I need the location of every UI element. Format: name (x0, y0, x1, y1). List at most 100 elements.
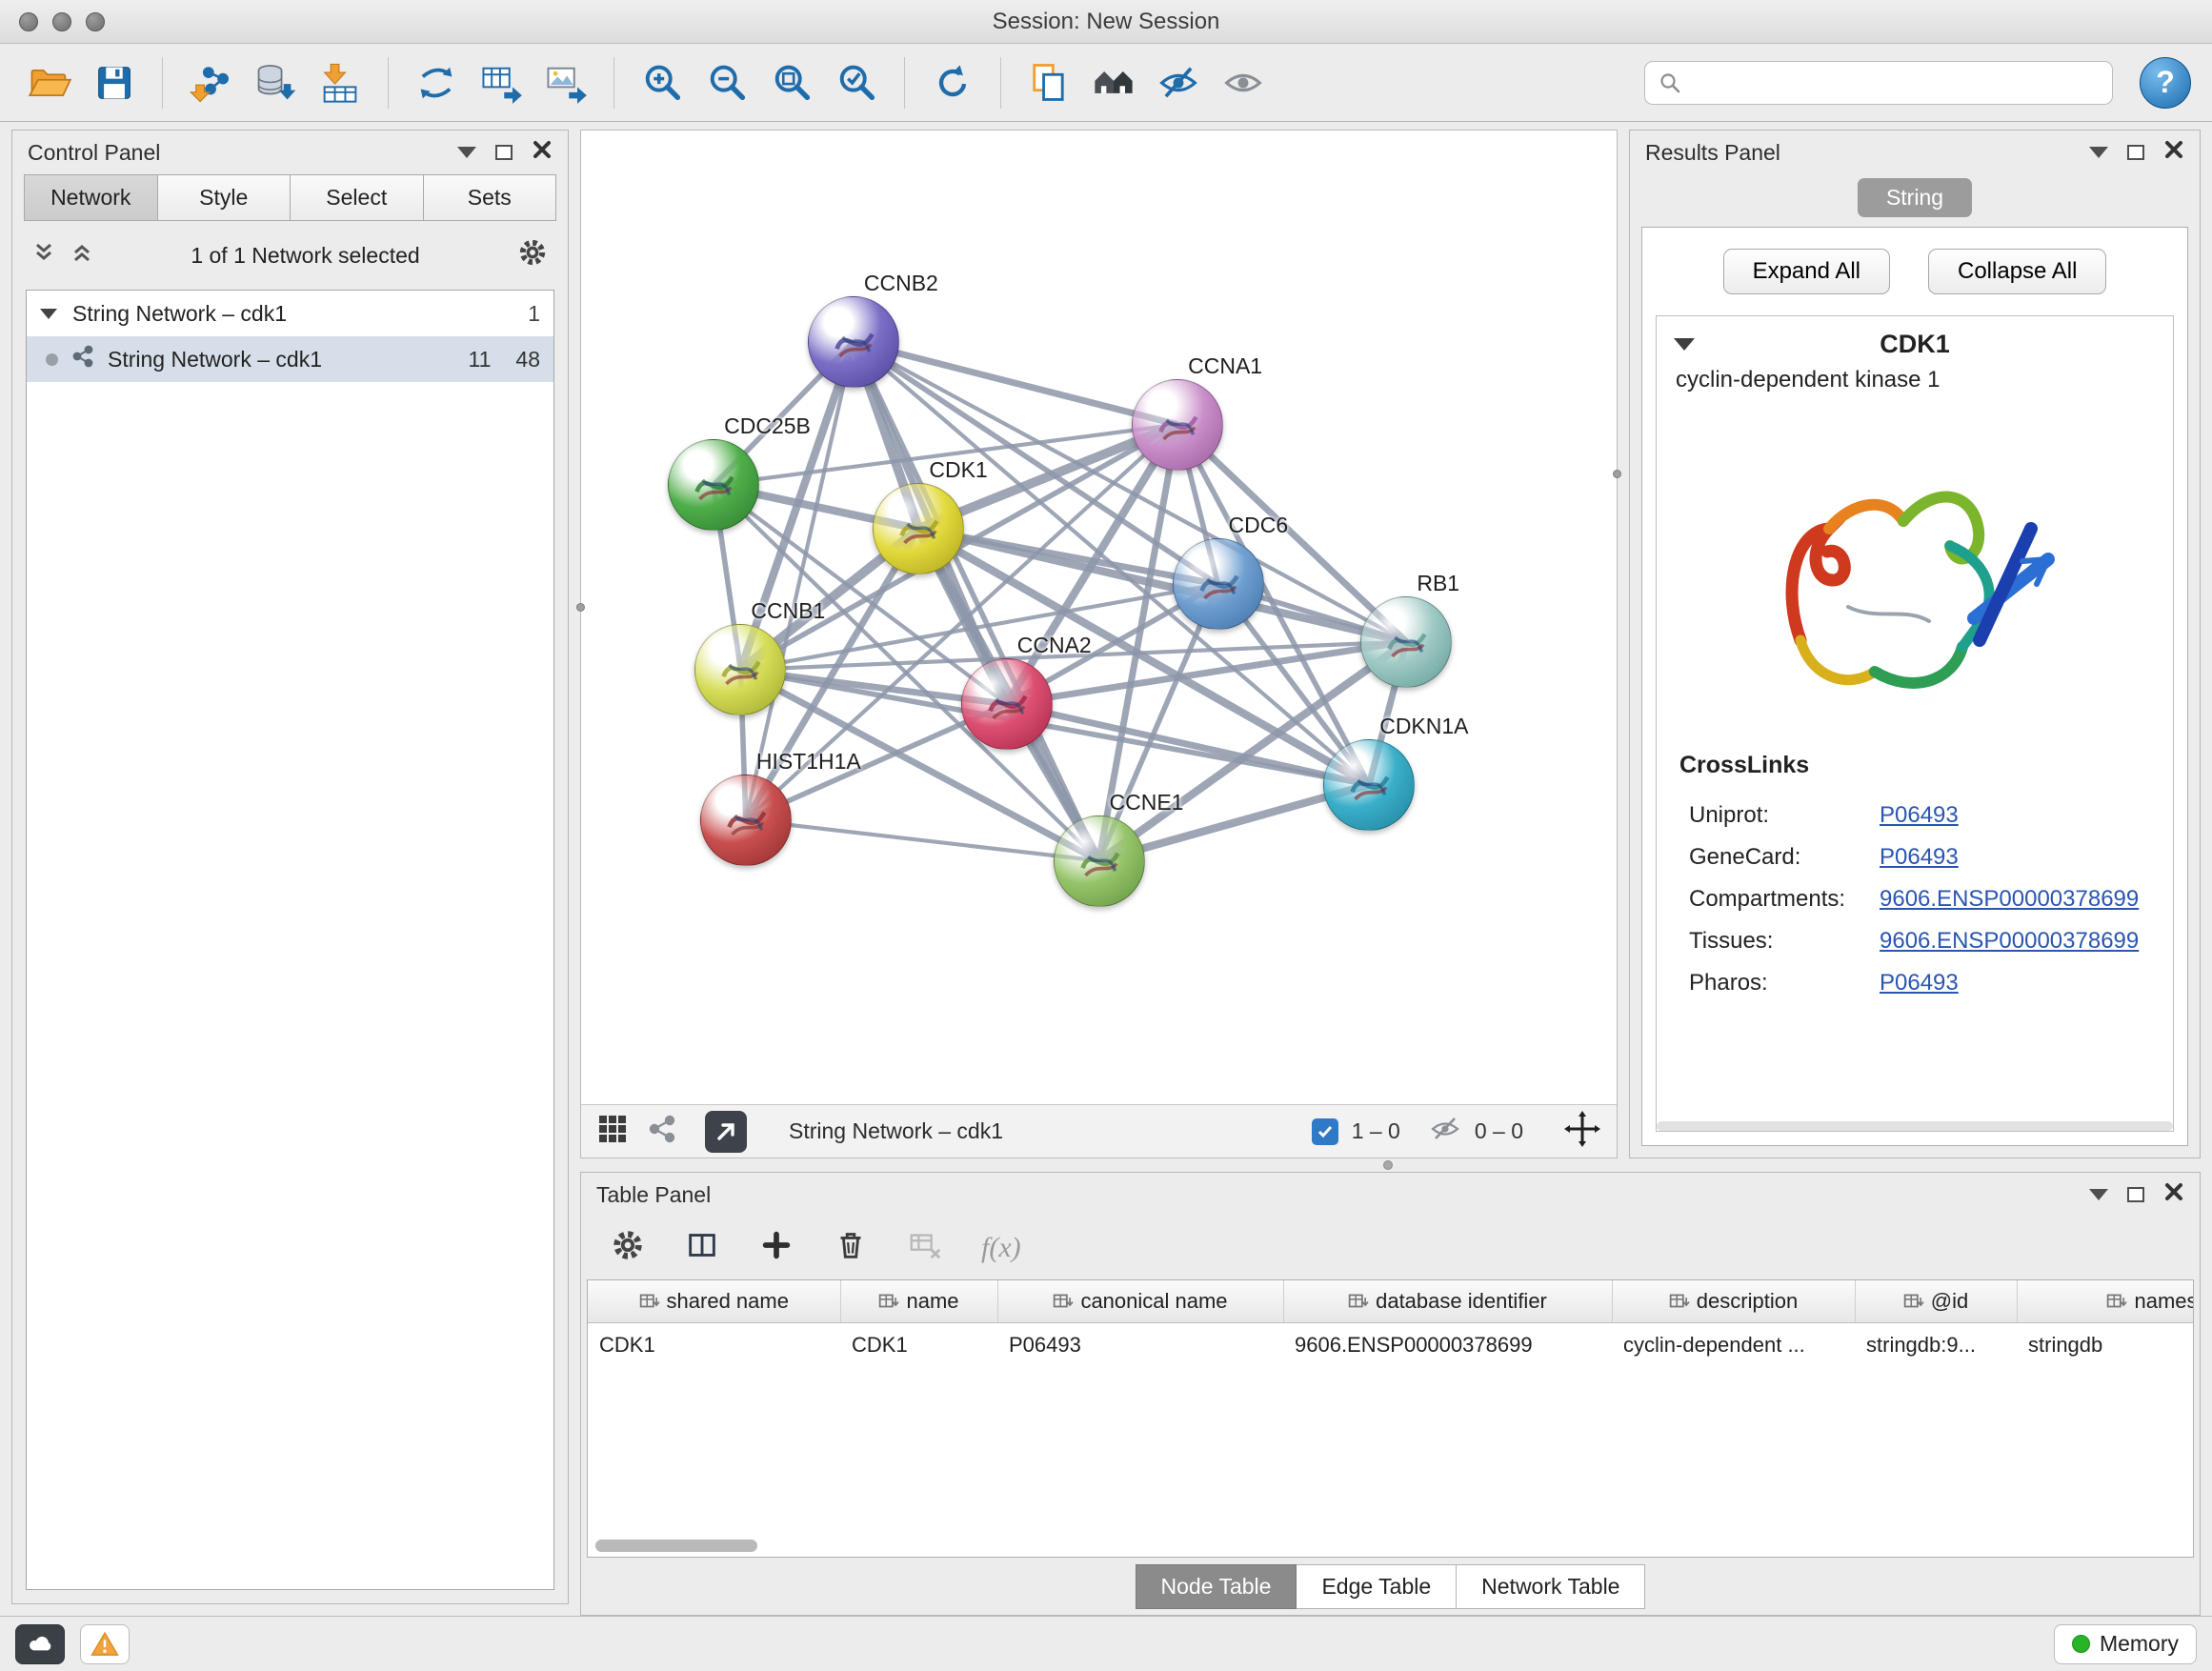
panel-menu-icon[interactable] (2089, 1189, 2108, 1200)
export-image-button[interactable] (537, 54, 594, 111)
zoom-selected-button[interactable] (828, 54, 885, 111)
network-node-ccna1[interactable]: CCNA1 (1132, 379, 1223, 471)
toolbar-search[interactable] (1644, 61, 2113, 105)
network-node-ccna2[interactable]: CCNA2 (961, 658, 1053, 750)
first-neighbors-button[interactable] (1085, 54, 1142, 111)
zoom-in-button[interactable] (633, 54, 691, 111)
tab-string[interactable]: String (1858, 178, 1972, 217)
open-session-button[interactable] (21, 54, 78, 111)
import-table-button[interactable] (312, 54, 369, 111)
show-columns-icon[interactable] (684, 1227, 720, 1269)
hide-selected-button[interactable] (1150, 54, 1207, 111)
grid-view-icon[interactable] (596, 1113, 629, 1151)
panel-menu-icon[interactable] (2089, 147, 2108, 158)
column-header-description[interactable]: description (1612, 1280, 1855, 1323)
network-share-icon[interactable] (646, 1113, 678, 1151)
crosslink-value-link[interactable]: P06493 (1880, 844, 1959, 871)
zoom-fit-button[interactable] (763, 54, 820, 111)
selected-checkbox-icon[interactable] (1312, 1118, 1338, 1145)
expand-all-button[interactable]: Expand All (1723, 249, 1890, 294)
horizontal-splitter[interactable] (574, 1158, 2201, 1172)
table-cell[interactable]: stringdb (2017, 1323, 2194, 1368)
save-session-button[interactable] (86, 54, 143, 111)
minimize-window-button[interactable] (52, 12, 71, 31)
delete-column-trash-icon[interactable] (833, 1227, 869, 1269)
column-header-shared-name[interactable]: shared name (588, 1280, 840, 1323)
table-settings-gear-icon[interactable] (610, 1227, 646, 1269)
warnings-button[interactable] (80, 1624, 130, 1664)
zoom-out-button[interactable] (698, 54, 755, 111)
network-node-cdk1[interactable]: CDK1 (873, 483, 964, 574)
detach-view-button[interactable] (705, 1111, 747, 1153)
crosslink-value-link[interactable]: P06493 (1880, 970, 1959, 997)
network-node-hist1h1a[interactable]: HIST1H1A (700, 775, 792, 866)
network-node-cdkn1a[interactable]: CDKN1A (1323, 739, 1415, 831)
table-row[interactable]: CDK1CDK1P064939606.ENSP00000378699cyclin… (588, 1323, 2194, 1368)
table-cell[interactable]: CDK1 (588, 1323, 840, 1368)
column-header-canonical-name[interactable]: canonical name (997, 1280, 1283, 1323)
splitter-handle[interactable] (576, 603, 585, 612)
tree-expander-icon[interactable] (40, 309, 57, 319)
splitter-handle[interactable] (1613, 470, 1621, 478)
results-horizontal-scrollbar[interactable] (1657, 1121, 2173, 1131)
tab-style[interactable]: Style (158, 174, 292, 221)
network-collection-row[interactable]: String Network – cdk1 1 (27, 291, 553, 336)
export-network-button[interactable] (408, 54, 465, 111)
close-panel-icon[interactable] (532, 139, 553, 166)
table-cell[interactable]: CDK1 (840, 1323, 997, 1368)
network-row[interactable]: String Network – cdk1 11 48 (27, 336, 553, 382)
crosslink-value-link[interactable]: 9606.ENSP00000378699 (1880, 928, 2139, 955)
function-builder-icon[interactable]: f(x) (981, 1232, 1021, 1264)
gene-card-header[interactable]: CDK1 (1657, 316, 2173, 365)
float-panel-icon[interactable] (2127, 1187, 2144, 1202)
tab-network-table[interactable]: Network Table (1457, 1564, 1645, 1609)
search-input[interactable] (1691, 70, 2099, 95)
refresh-layout-button[interactable] (924, 54, 981, 111)
table-cell[interactable]: stringdb:9... (1855, 1323, 2017, 1368)
table-cell[interactable]: P06493 (997, 1323, 1283, 1368)
network-node-ccnb2[interactable]: CCNB2 (808, 296, 899, 388)
tab-edge-table[interactable]: Edge Table (1297, 1564, 1457, 1609)
tab-node-table[interactable]: Node Table (1136, 1564, 1297, 1609)
add-column-icon[interactable] (758, 1227, 794, 1269)
collapse-all-icon[interactable] (31, 240, 56, 271)
network-node-ccne1[interactable]: CCNE1 (1054, 815, 1145, 907)
column-header-name[interactable]: name (840, 1280, 997, 1323)
tab-sets[interactable]: Sets (424, 174, 557, 221)
column-header--id[interactable]: @id (1855, 1280, 2017, 1323)
crosslink-value-link[interactable]: 9606.ENSP00000378699 (1880, 886, 2139, 913)
fit-selection-crosshair-icon[interactable] (1552, 1110, 1601, 1154)
maximize-window-button[interactable] (86, 12, 105, 31)
table-cell[interactable]: 9606.ENSP00000378699 (1283, 1323, 1612, 1368)
float-panel-icon[interactable] (2127, 145, 2144, 160)
new-network-from-selection-button[interactable] (1020, 54, 1077, 111)
close-panel-icon[interactable] (2163, 1181, 2184, 1208)
panel-menu-icon[interactable] (457, 147, 476, 158)
table-horizontal-scrollbar[interactable] (595, 1540, 757, 1552)
cloud-button[interactable] (15, 1624, 65, 1664)
expand-all-icon[interactable] (70, 240, 94, 271)
memory-button[interactable]: Memory (2054, 1624, 2197, 1664)
show-all-button[interactable] (1215, 54, 1272, 111)
gene-collapse-icon[interactable] (1674, 338, 1695, 351)
import-network-from-file-button[interactable] (182, 54, 239, 111)
network-node-cdc6[interactable]: CDC6 (1173, 538, 1264, 630)
network-node-rb1[interactable]: RB1 (1360, 596, 1452, 688)
network-canvas[interactable]: CCNB2 CCNA1 CDC25B CDK1 CDC6 (581, 131, 1617, 1104)
delete-table-icon[interactable] (907, 1227, 943, 1269)
float-panel-icon[interactable] (495, 145, 513, 160)
hidden-eye-slash-icon[interactable] (1429, 1113, 1461, 1151)
column-header-namespac[interactable]: namespac (2017, 1280, 2194, 1323)
network-node-cdc25b[interactable]: CDC25B (668, 439, 759, 531)
tab-select[interactable]: Select (291, 174, 424, 221)
tab-network[interactable]: Network (24, 174, 158, 221)
import-network-from-database-button[interactable] (247, 54, 304, 111)
collapse-all-button[interactable]: Collapse All (1928, 249, 2106, 294)
help-button[interactable]: ? (2140, 57, 2191, 109)
export-table-button[interactable] (473, 54, 530, 111)
close-panel-icon[interactable] (2163, 139, 2184, 166)
crosslink-value-link[interactable]: P06493 (1880, 802, 1959, 829)
network-options-gear-icon[interactable] (516, 236, 549, 274)
network-node-ccnb1[interactable]: CCNB1 (694, 624, 786, 715)
table-cell[interactable]: cyclin-dependent ... (1612, 1323, 1855, 1368)
